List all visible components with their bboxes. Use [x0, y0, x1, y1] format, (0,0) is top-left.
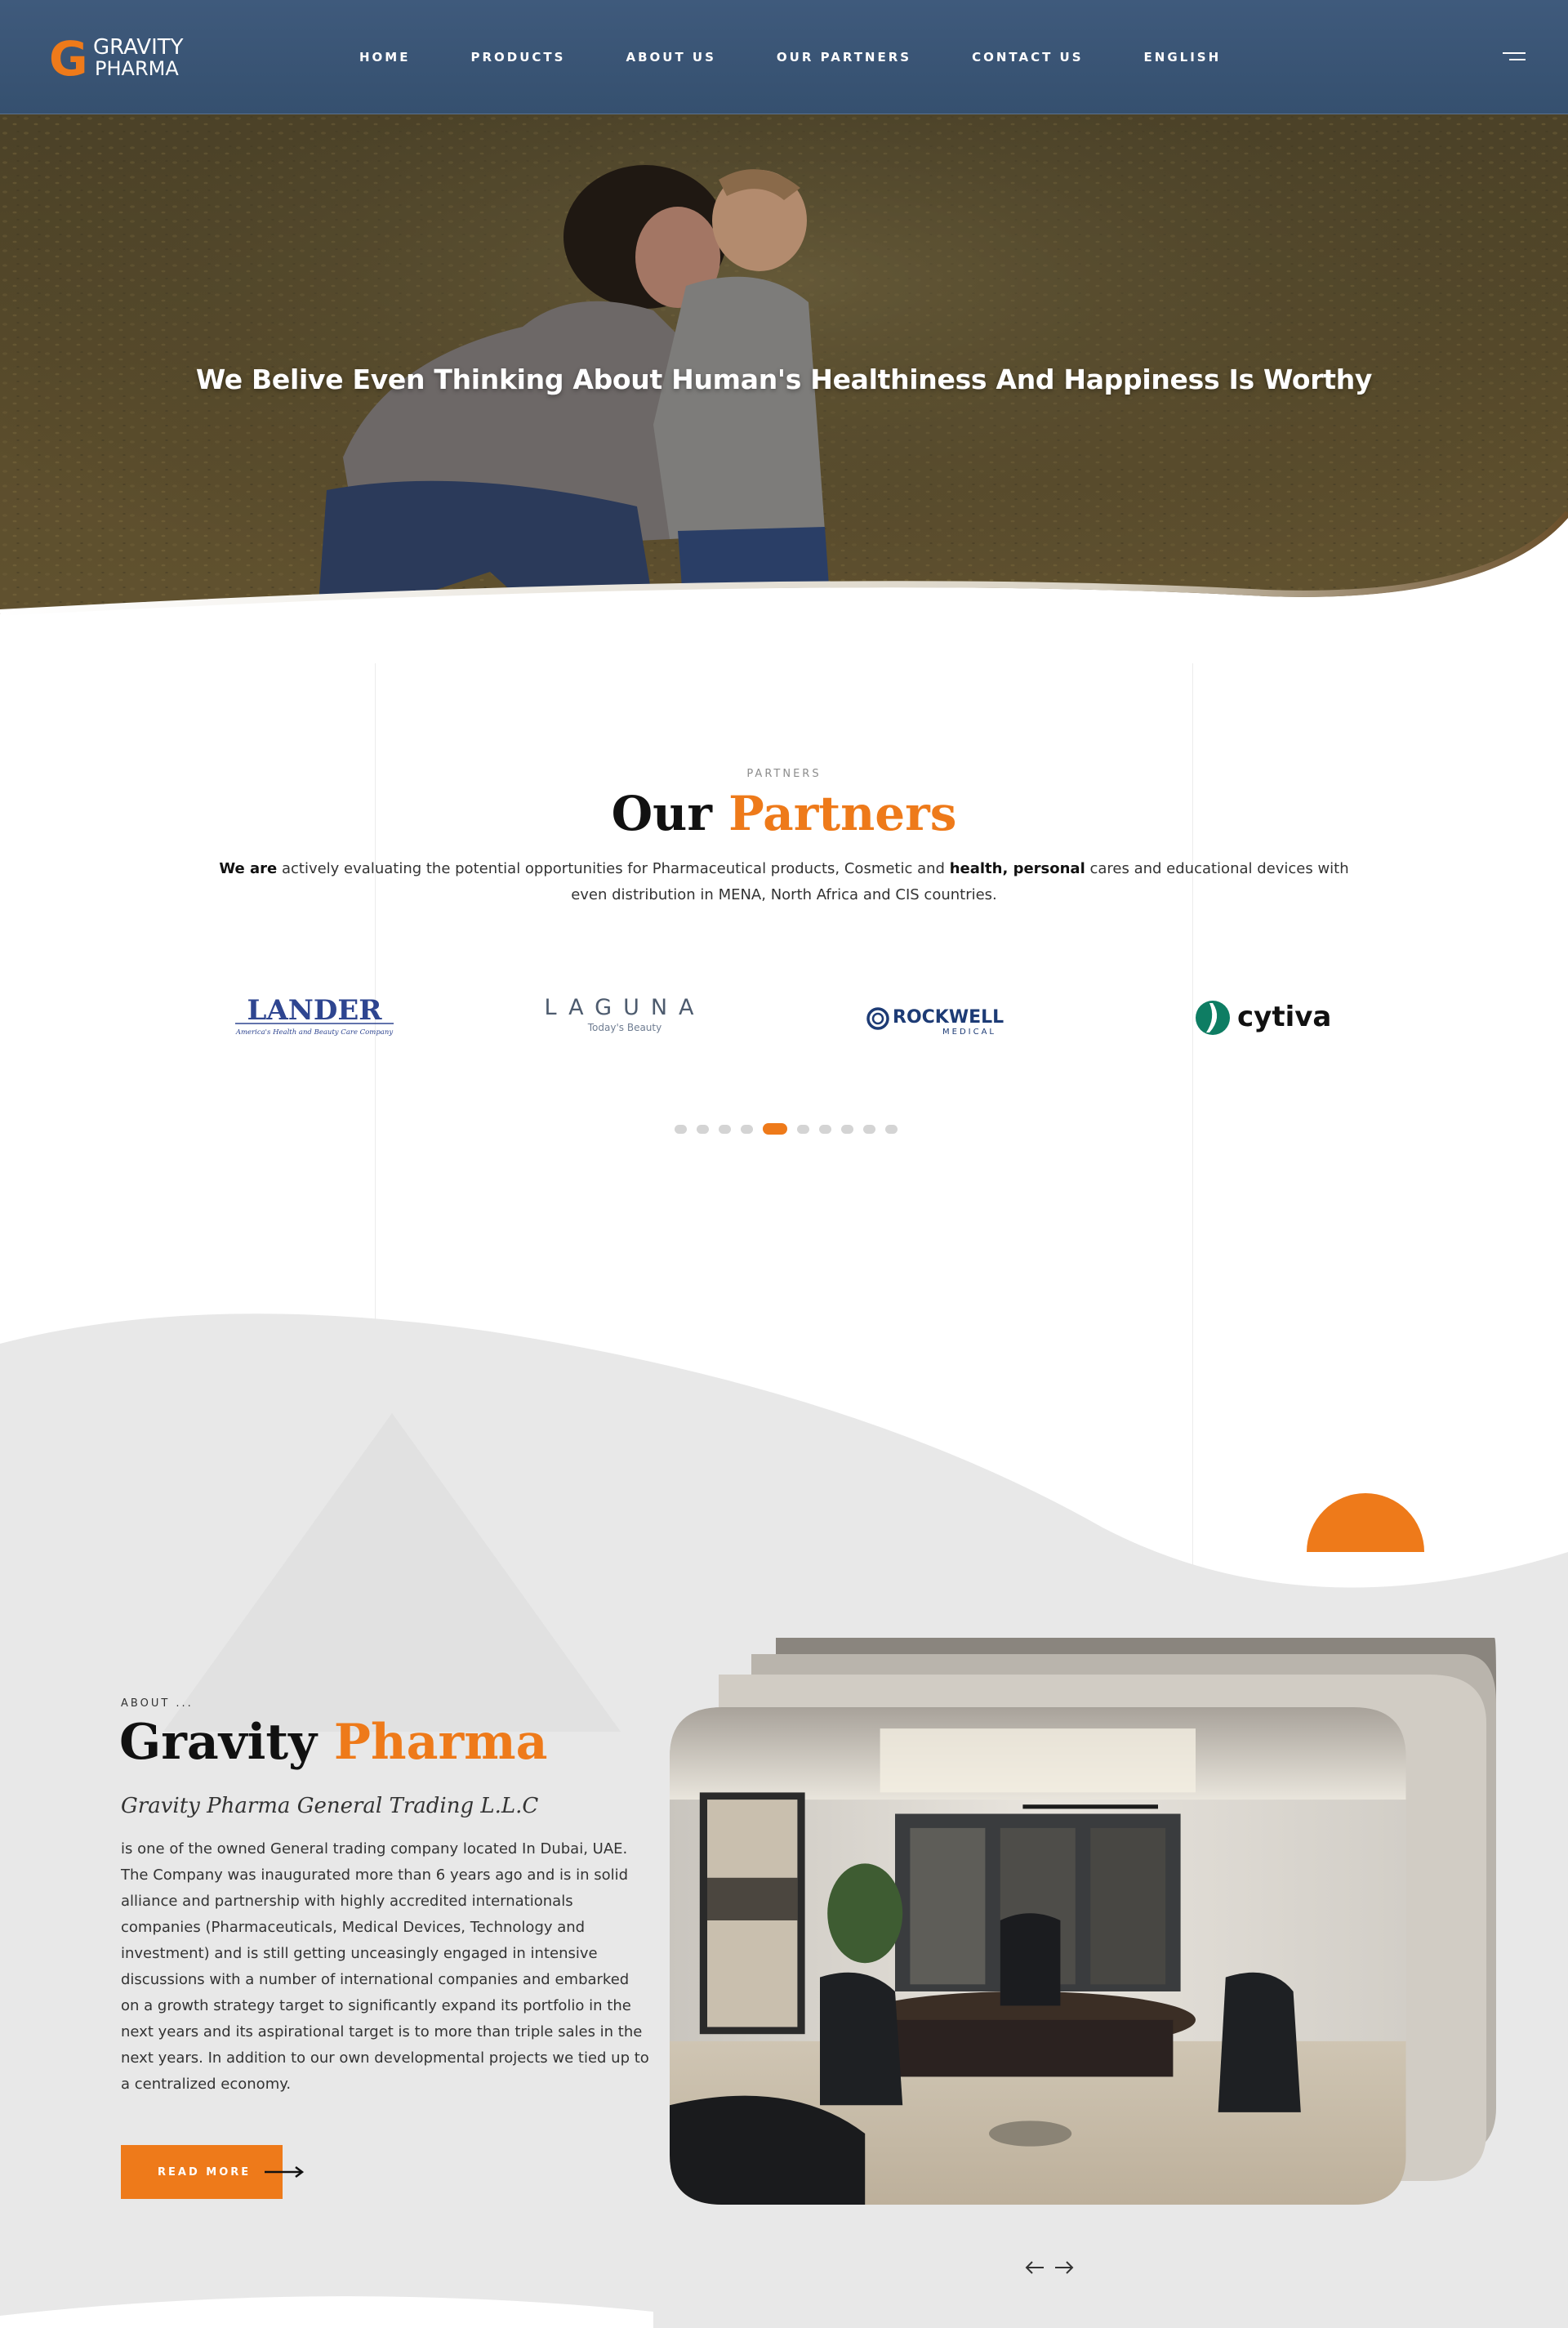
partner-logo-cytiva[interactable]: cytiva [1188, 988, 1335, 1046]
hero-title: We Belive Even Thinking About Human's He… [195, 363, 1373, 395]
partner-logo-lander[interactable]: LANDER America's Health and Beauty Care … [229, 988, 400, 1046]
partners-desc-part1: actively evaluating the potential opport… [277, 860, 950, 877]
nav-about-us[interactable]: ABOUT US [626, 50, 715, 65]
main-nav: HOME PRODUCTS ABOUT US OUR PARTNERS CONT… [359, 0, 1281, 114]
partners-eyebrow: PARTNERS [746, 768, 822, 780]
about-subtitle: Gravity Pharma General Trading L.L.C [121, 1794, 539, 1818]
logo-line1: GRAVITY [93, 35, 184, 60]
partners-carousel-dots [675, 1123, 898, 1135]
partner-logo-rockwell[interactable]: ROCKWELL MEDICAL [862, 988, 1025, 1046]
orange-half-circle [1307, 1493, 1424, 1552]
carousel-dot[interactable] [675, 1124, 687, 1134]
logo-line2: PHARMA [95, 57, 179, 80]
partners-title-main: Our [611, 786, 712, 841]
hamburger-icon[interactable] [1501, 51, 1526, 64]
language-switch[interactable]: ENGLISH [1144, 50, 1222, 65]
about-title-accent: Pharma [333, 1714, 548, 1771]
office-image-slider[interactable] [670, 1634, 1503, 2205]
carousel-dot[interactable] [819, 1124, 831, 1134]
carousel-dot[interactable] [841, 1124, 853, 1134]
partners-desc-bold1: We are [219, 860, 278, 877]
partners-description: We are actively evaluating the potential… [212, 856, 1356, 908]
nav-home[interactable]: HOME [359, 50, 410, 65]
partner-logo-laguna[interactable]: LAGUNA Today's Beauty [539, 988, 710, 1046]
cytiva-name: cytiva [1237, 1001, 1331, 1033]
about-eyebrow: ABOUT ... [121, 1697, 194, 1710]
laguna-name: LAGUNA [544, 995, 705, 1020]
lander-tagline: America's Health and Beauty Care Company [235, 1028, 394, 1037]
read-more-label: READ MORE [158, 2165, 252, 2179]
partners-title-accent: Partners [728, 786, 957, 841]
gravity-pharma-logo[interactable]: G GRAVITY PHARMA [49, 33, 212, 82]
next-slide-arrow-icon[interactable] [1054, 2259, 1075, 2276]
carousel-dot[interactable] [797, 1124, 809, 1134]
partners-heading: Our Partners [0, 786, 1568, 841]
rockwell-tagline: MEDICAL [942, 1028, 996, 1037]
site-header: G GRAVITY PHARMA HOME PRODUCTS ABOUT US … [0, 0, 1568, 114]
nav-our-partners[interactable]: OUR PARTNERS [777, 50, 911, 65]
laguna-tagline: Today's Beauty [587, 1022, 662, 1033]
carousel-dot[interactable] [697, 1124, 709, 1134]
partners-desc-bold2: health, personal [949, 860, 1085, 877]
about-body-text: is one of the owned General trading comp… [121, 1840, 649, 2093]
about-title-main: Gravity [119, 1714, 317, 1771]
hero-banner: We Belive Even Thinking About Human's He… [0, 114, 1568, 670]
logo-mark: G [49, 33, 88, 82]
rockwell-name: ROCKWELL [893, 1007, 1004, 1028]
office-photo [670, 1707, 1406, 2205]
carousel-dot-active[interactable] [763, 1123, 787, 1135]
read-more-arrow-icon [265, 2166, 304, 2178]
nav-products[interactable]: PRODUCTS [470, 50, 565, 65]
nav-contact-us[interactable]: CONTACT US [972, 50, 1083, 65]
about-heading: Gravity Pharma [119, 1714, 547, 1771]
lander-name: LANDER [247, 994, 382, 1027]
read-more-button[interactable]: READ MORE [121, 2145, 283, 2199]
carousel-dot[interactable] [719, 1124, 731, 1134]
carousel-dot[interactable] [863, 1124, 875, 1134]
carousel-dot[interactable] [741, 1124, 753, 1134]
carousel-dot[interactable] [885, 1124, 898, 1134]
prev-slide-arrow-icon[interactable] [1024, 2259, 1045, 2276]
